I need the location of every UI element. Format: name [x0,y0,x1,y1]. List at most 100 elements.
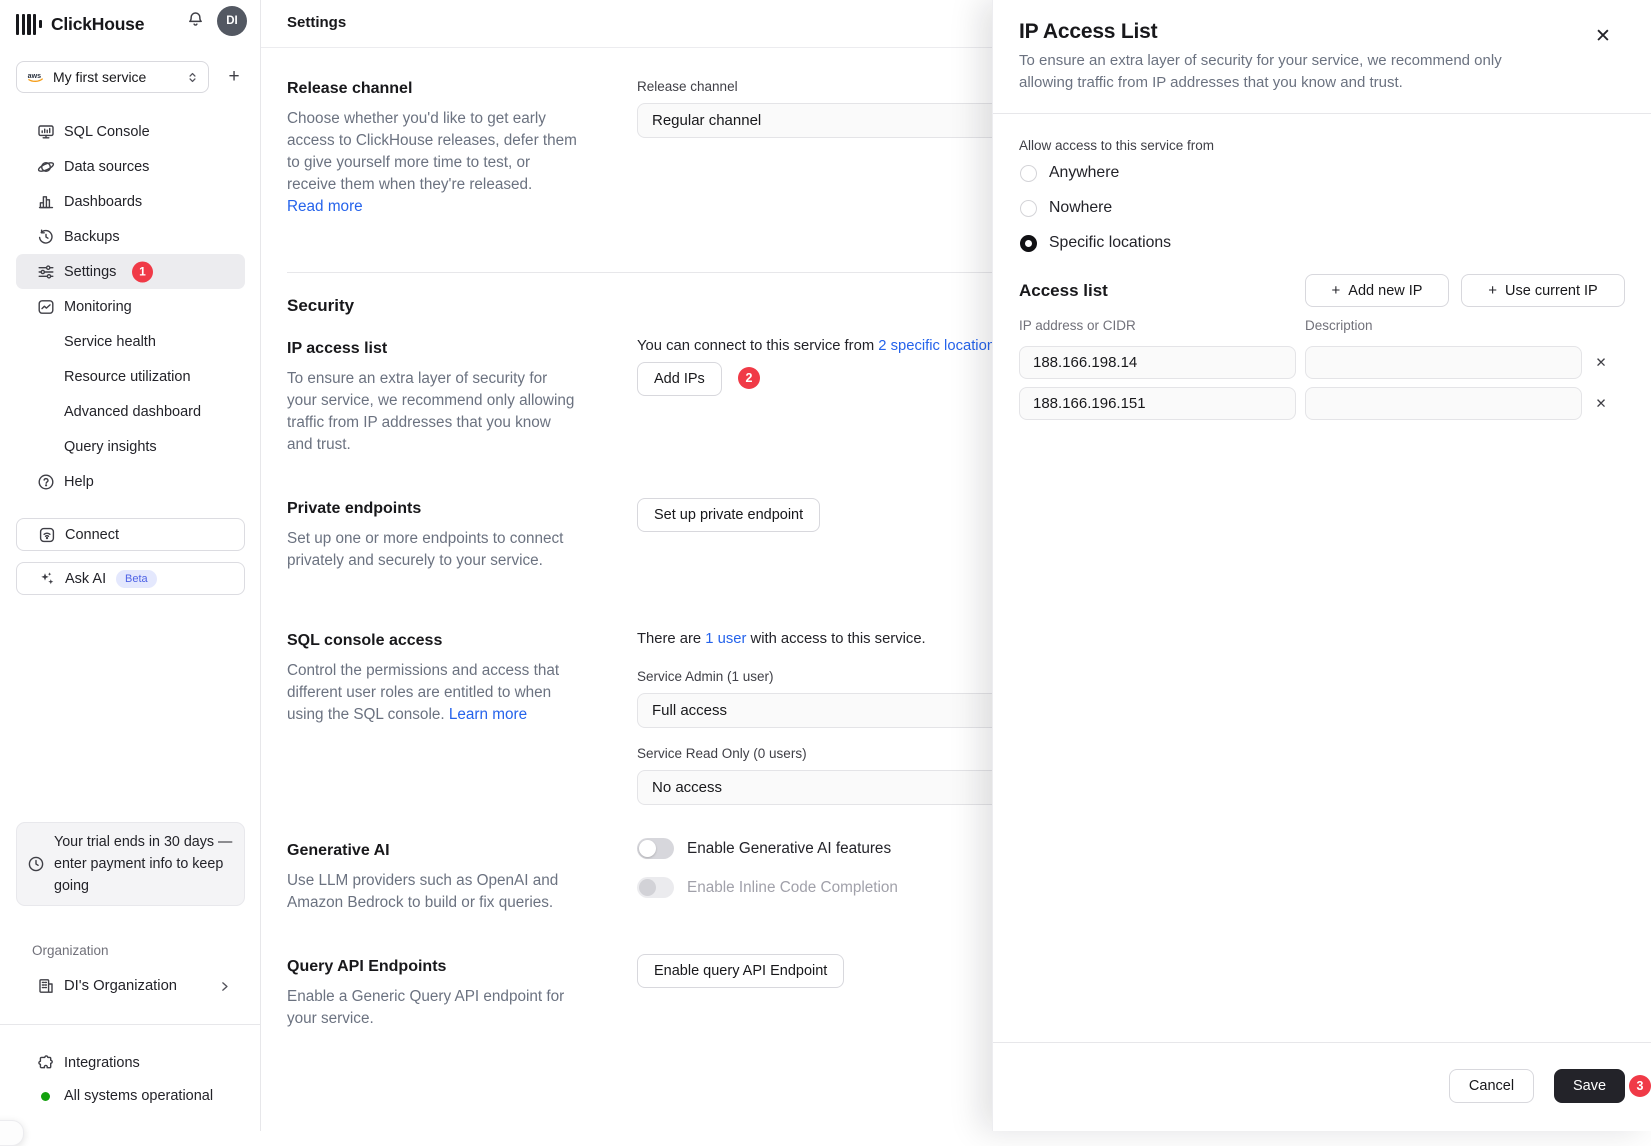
organization-switcher[interactable]: DI's Organization [16,970,245,1002]
add-new-ip-button[interactable]: + Add new IP [1305,274,1449,307]
integrations-link[interactable]: Integrations [16,1048,245,1078]
specific-locations-link[interactable]: 2 specific locations. [878,338,992,354]
release-channel-field-label: Release channel [637,79,738,94]
topbar-divider [261,47,992,48]
bar-chart-icon [37,193,55,211]
description-column-label: Description [1305,318,1373,333]
sidebar-item-help[interactable]: Help [16,464,245,499]
inline-completion-toggle[interactable] [637,877,674,898]
plus-icon: + [1332,282,1341,299]
sidebar-item-sql-console[interactable]: SQL Console [16,114,245,149]
sidebar-item-settings[interactable]: Settings 1 [16,254,245,289]
service-readonly-label: Service Read Only (0 users) [637,746,807,761]
radio-checked-icon [1020,235,1037,252]
puzzle-icon [37,1054,55,1072]
read-more-link[interactable]: Read more [287,198,363,215]
radio-circle-icon [1020,165,1037,182]
sidebar: ClickHouse DI aws My first service + SQL… [0,0,261,1131]
sidebar-item-query-insights[interactable]: Query insights [16,429,245,464]
sidebar-item-dashboards[interactable]: Dashboards [16,184,245,219]
ip-input[interactable]: 188.166.198.14 [1019,346,1296,379]
enable-query-api-button[interactable]: Enable query API Endpoint [637,954,844,988]
radio-nowhere[interactable]: Nowhere [1020,199,1112,217]
one-user-link[interactable]: 1 user [705,631,746,647]
release-channel-select[interactable]: Regular channel [637,103,992,138]
brand-name: ClickHouse [51,14,144,35]
svg-text:aws: aws [28,72,41,80]
system-status[interactable]: All systems operational [16,1081,245,1111]
trial-notice: Your trial ends in 30 days — enter payme… [16,822,245,906]
status-dot-icon [41,1092,50,1101]
release-channel-heading: Release channel [287,80,412,98]
building-icon [37,977,55,995]
chevron-right-icon [218,980,231,993]
sidebar-item-monitoring[interactable]: Monitoring [16,289,245,324]
private-endpoints-heading: Private endpoints [287,500,421,518]
sidebar-item-advanced-dashboard[interactable]: Advanced dashboard [16,394,245,429]
security-heading: Security [287,296,354,316]
save-button[interactable]: Save [1554,1069,1625,1103]
line-chart-icon [37,298,55,316]
radio-anywhere[interactable]: Anywhere [1020,164,1119,182]
service-selector[interactable]: aws My first service [16,61,209,93]
ip-access-list-description: To ensure an extra layer of security for… [287,368,577,456]
generative-ai-toggle[interactable] [637,838,674,859]
connect-icon [38,526,56,544]
sidebar-item-resource-utilization[interactable]: Resource utilization [16,359,245,394]
organization-section-label: Organization [32,943,109,958]
ip-column-label: IP address or CIDR [1019,318,1136,333]
service-admin-select[interactable]: Full access [637,693,992,728]
section-divider [287,272,992,273]
page-title: Settings [287,14,346,31]
connect-from-text: You can connect to this service from 2 s… [637,338,992,354]
ip-input[interactable]: 188.166.196.151 [1019,387,1296,420]
add-ips-button[interactable]: Add IPs [637,362,722,396]
private-endpoints-description: Set up one or more endpoints to connect … [287,528,577,572]
beta-badge: Beta [116,570,157,588]
setup-private-endpoint-button[interactable]: Set up private endpoint [637,498,820,532]
sql-console-access-heading: SQL console access [287,632,442,650]
remove-ip-icon[interactable]: ✕ [1590,393,1612,415]
settings-notification-badge: 1 [132,261,153,282]
description-input[interactable] [1305,346,1582,379]
users-with-access-text: There are 1 user with access to this ser… [637,631,926,647]
panel-footer-divider [993,1042,1651,1043]
sidebar-item-service-health[interactable]: Service health [16,324,245,359]
orbit-icon [37,158,55,176]
panel-header-divider [993,113,1651,114]
connect-button[interactable]: Connect [16,518,245,551]
description-input[interactable] [1305,387,1582,420]
release-channel-description: Choose whether you'd like to get early a… [287,108,577,218]
generative-ai-description: Use LLM providers such as OpenAI and Ama… [287,870,577,914]
step-badge-2: 2 [738,367,760,389]
history-icon [37,228,55,246]
sql-console-access-description: Control the permissions and access that … [287,660,577,726]
avatar[interactable]: DI [217,6,247,36]
step-badge-3: 3 [1629,1075,1651,1097]
status-label: All systems operational [64,1088,213,1104]
service-selector-label: My first service [53,69,186,85]
radio-circle-icon [1020,200,1037,217]
panel-title: IP Access List [1019,20,1157,44]
add-service-button[interactable]: + [222,65,246,89]
sidebar-item-backups[interactable]: Backups [16,219,245,254]
ip-access-list-panel: IP Access List ✕ To ensure an extra laye… [992,0,1651,1131]
ask-ai-button[interactable]: Ask AI Beta [16,562,245,595]
ip-access-list-heading: IP access list [287,340,387,358]
radio-specific-locations[interactable]: Specific locations [1020,234,1171,252]
cancel-button[interactable]: Cancel [1449,1069,1534,1103]
brand: ClickHouse [16,8,249,40]
generative-ai-heading: Generative AI [287,842,390,860]
remove-ip-icon[interactable]: ✕ [1590,352,1612,374]
inline-completion-toggle-row: Enable Inline Code Completion [637,877,898,898]
use-current-ip-button[interactable]: + Use current IP [1461,274,1625,307]
notifications-bell-icon[interactable] [180,6,210,32]
cutoff-widget-corner [0,1120,24,1146]
learn-more-link[interactable]: Learn more [449,706,527,723]
monitor-icon [37,123,55,141]
organization-name: DI's Organization [64,978,177,994]
sidebar-item-data-sources[interactable]: Data sources [16,149,245,184]
service-readonly-select[interactable]: No access [637,770,992,805]
aws-icon: aws [26,70,46,84]
close-icon[interactable]: ✕ [1591,24,1615,48]
